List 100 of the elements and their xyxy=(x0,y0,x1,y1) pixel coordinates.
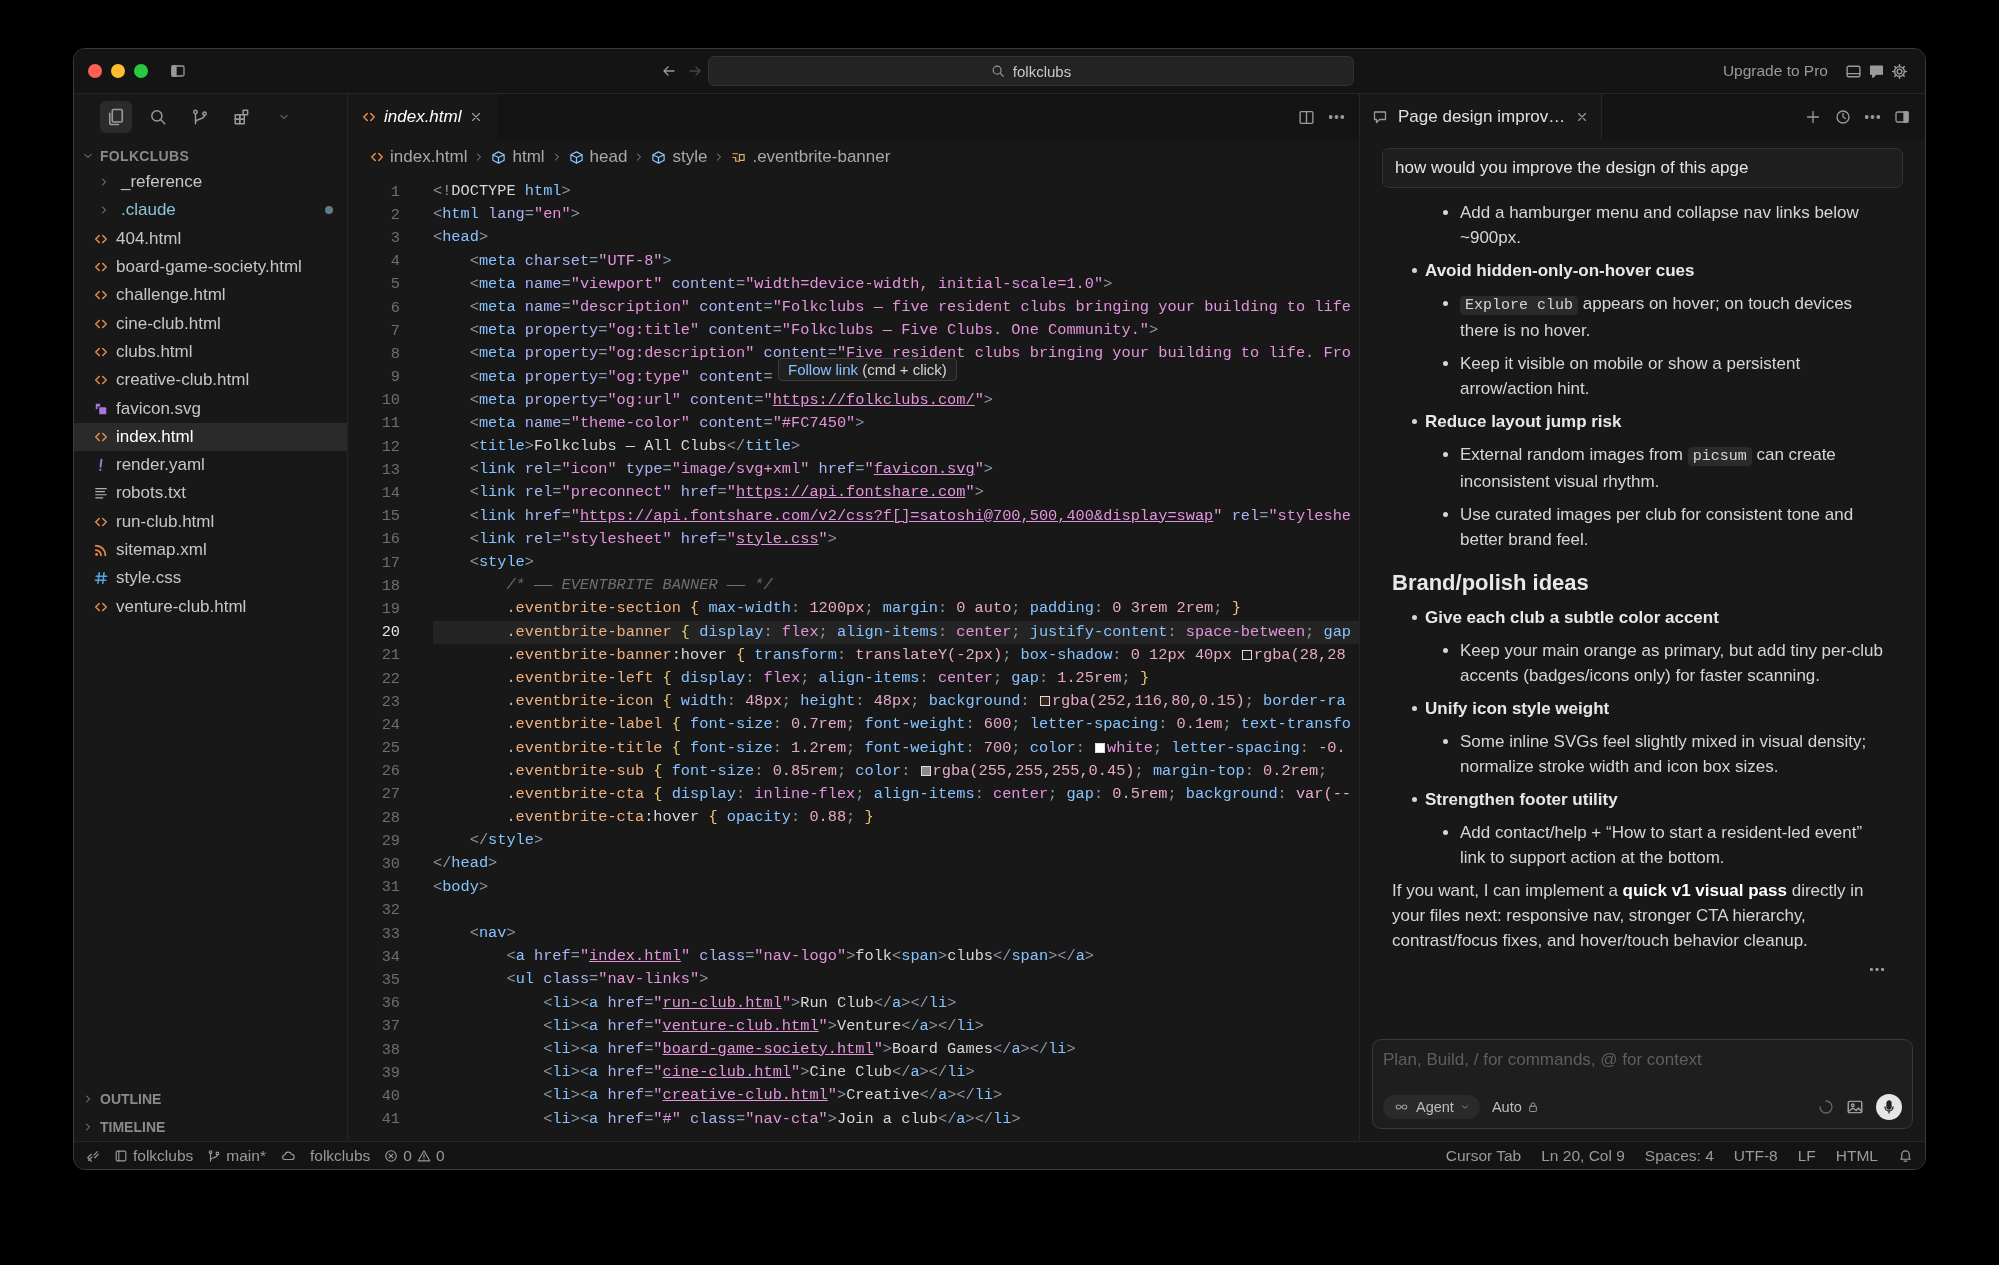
breadcrumb[interactable]: html xyxy=(491,147,545,167)
line-number: 34 xyxy=(380,947,400,966)
sidebar-icon xyxy=(170,63,186,79)
status-item[interactable]: UTF-8 xyxy=(1733,1146,1778,1165)
more-icon xyxy=(1870,968,1884,971)
code-line: <ul class="nav-links"> xyxy=(505,969,709,991)
sync-button[interactable] xyxy=(279,1148,296,1163)
status-item[interactable]: Spaces: 4 xyxy=(1644,1146,1714,1165)
file-item[interactable]: board-game-society.html xyxy=(74,252,347,282)
window-icon xyxy=(114,1148,128,1163)
code-line: <meta name="theme-color" content="#FC7450"> xyxy=(468,412,865,434)
status-item[interactable]: folkclubs xyxy=(309,1146,371,1165)
bullet-item: Unify icon style weight xyxy=(1392,696,1891,721)
code-line: <title>Folkclubs — All Clubs</title> xyxy=(468,436,801,458)
user-message: how would you improve the design of this apge xyxy=(1382,148,1903,188)
line-number: 39 xyxy=(380,1063,400,1082)
close-window-button[interactable] xyxy=(88,64,102,78)
remote-icon xyxy=(86,1148,100,1163)
search-field[interactable]: folkclubs xyxy=(708,56,1354,86)
file-item[interactable]: cine-club.html xyxy=(74,309,347,338)
line-number: 40 xyxy=(380,1086,400,1105)
file-item[interactable]: venture-club.html xyxy=(74,592,347,621)
files-icon xyxy=(106,107,126,127)
code-line: <meta property="og:type" content= xyxy=(468,366,773,388)
cube-icon xyxy=(568,149,584,165)
warning-icon xyxy=(416,1148,431,1163)
paragraph: If you want, I can implement a quick v1 visual pass directly in your files next: responsive nav, stronger CTA hierarchy, contrast/focus fixes, and hover/touch behavior cleanup. xyxy=(1392,880,1865,952)
lock-icon xyxy=(1526,1101,1539,1113)
upgrade-link[interactable]: Upgrade to Pro xyxy=(1722,62,1828,80)
more-button[interactable] xyxy=(1867,965,1887,974)
code-line: <link rel="icon" type="image/svg+xml" href="favicon.svg"> xyxy=(468,459,994,481)
workspace-button[interactable]: folkclubs xyxy=(114,1146,194,1165)
file-item[interactable]: sitemap.xml xyxy=(74,535,347,565)
angle-brackets-icon xyxy=(362,110,376,124)
mode-dropdown[interactable]: Agent xyxy=(1383,1095,1480,1119)
code-line: <li><a href="run-club.html">Run Club</a></li> xyxy=(542,992,957,1014)
section-header[interactable]: TIMELINE xyxy=(74,1113,347,1141)
notifications-button[interactable] xyxy=(1898,1148,1913,1163)
code-line: <a href="index.html" class="nav-logo">folk<span>clubs</span></a> xyxy=(505,946,1095,968)
zoom-window-button[interactable] xyxy=(134,64,148,78)
file-item[interactable]: 404.html xyxy=(74,224,347,253)
line-number: 13 xyxy=(380,460,400,479)
breadcrumb[interactable]: style xyxy=(651,147,708,167)
chat-input[interactable]: Plan, Build, / for commands, @ for context xyxy=(1383,1048,1902,1072)
line-number: 10 xyxy=(380,391,400,410)
section-header[interactable]: OUTLINE xyxy=(74,1085,347,1113)
status-item[interactable]: LF xyxy=(1797,1146,1816,1165)
folder-item[interactable]: .claude xyxy=(74,196,347,225)
tooltip: Follow link (cmd + click) xyxy=(778,358,957,381)
file-item[interactable]: index.html xyxy=(74,422,347,451)
line-number: 7 xyxy=(389,321,400,340)
more-icon xyxy=(1865,115,1880,119)
line-number: 4 xyxy=(389,252,400,271)
section-heading: Brand/polish ideas xyxy=(1392,570,1590,595)
file-item[interactable]: challenge.html xyxy=(74,281,347,310)
code-line: </head> xyxy=(433,853,498,875)
code-line: .eventbrite-section { max-width: 1200px; margin: 0 auto; padding: 0 3rem 2rem; } xyxy=(505,598,1241,620)
line-number: 6 xyxy=(389,298,400,317)
mic-button[interactable] xyxy=(1876,1094,1902,1120)
code-line: </style> xyxy=(468,830,544,852)
status-item[interactable]: HTML xyxy=(1835,1146,1878,1165)
line-number: 5 xyxy=(389,275,400,294)
status-item[interactable]: Cursor Tab xyxy=(1445,1146,1522,1165)
file-item[interactable]: clubs.html xyxy=(74,337,347,367)
problems-button[interactable]: 0 0 xyxy=(384,1146,445,1165)
spinner-icon xyxy=(1818,1099,1834,1115)
activity-button[interactable] xyxy=(100,101,132,133)
bullet-item: Keep it visible on mobile or show a persistent arrow/action hint. xyxy=(1392,351,1891,401)
line-number: 38 xyxy=(380,1040,400,1059)
rss-icon xyxy=(94,543,108,557)
file-item[interactable]: style.css xyxy=(74,564,347,593)
code-line: .eventbrite-cta:hover { opacity: 0.88; } xyxy=(505,807,874,829)
breadcrumb[interactable]: index.html xyxy=(370,147,468,167)
line-number: 26 xyxy=(380,762,400,781)
model-selector[interactable]: Auto xyxy=(1489,1097,1541,1117)
line-number: 35 xyxy=(380,970,400,989)
cube-icon xyxy=(651,149,667,165)
breadcrumb[interactable]: head xyxy=(568,147,628,167)
bullet-item: Add a hamburger menu and collapse nav links below ~900px. xyxy=(1392,200,1891,250)
editor-tab[interactable]: index.html xyxy=(348,94,498,140)
minimize-window-button[interactable] xyxy=(111,64,125,78)
chat-tab[interactable]: Page design improv… xyxy=(1360,94,1603,140)
status-item[interactable]: Ln 20, Col 9 xyxy=(1541,1146,1625,1165)
remote-button[interactable] xyxy=(86,1148,100,1163)
folder-item[interactable]: _reference xyxy=(74,168,347,197)
bullet-item: Give each club a subtle color accent xyxy=(1392,605,1891,630)
branch-button[interactable]: main* xyxy=(207,1146,266,1165)
file-item[interactable]: favicon.svg xyxy=(74,394,347,423)
line-number: 2 xyxy=(389,205,400,224)
explorer-header[interactable]: FOLKCLUBS xyxy=(74,140,347,168)
file-item[interactable]: creative-club.html xyxy=(74,366,347,395)
split-icon xyxy=(1298,108,1315,126)
chat-composer[interactable]: Plan, Build, / for commands, @ for context Agent Auto xyxy=(1372,1039,1913,1129)
file-item[interactable]: render.yaml xyxy=(74,450,347,480)
line-number: 15 xyxy=(380,507,400,526)
file-item[interactable]: robots.txt xyxy=(74,479,347,508)
file-item[interactable]: run-club.html xyxy=(74,507,347,536)
breadcrumb[interactable]: .eventbrite-banner xyxy=(731,147,891,167)
bullet-item: Use curated images per club for consistent tone and better brand feel. xyxy=(1392,502,1891,552)
line-number: 1 xyxy=(389,182,400,201)
